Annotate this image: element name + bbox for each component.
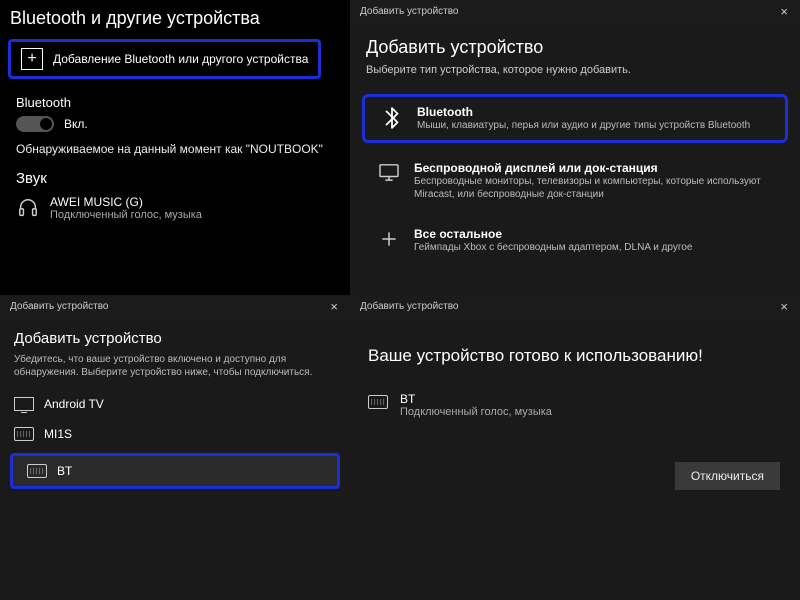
close-icon[interactable]: × <box>326 299 342 314</box>
option-sub: Беспроводные мониторы, телевизоры и комп… <box>414 175 774 201</box>
option-title: Беспроводной дисплей или док-станция <box>414 161 774 175</box>
disconnect-button[interactable]: Отключиться <box>675 462 780 490</box>
option-title: Все остальное <box>414 227 692 241</box>
bluetooth-section-label: Bluetooth <box>16 95 350 110</box>
close-icon[interactable]: × <box>776 4 792 19</box>
add-device-label: Добавление Bluetooth или другого устройс… <box>53 52 308 66</box>
option-title: Bluetooth <box>417 105 750 119</box>
monitor-icon <box>376 161 402 181</box>
option-wireless-display[interactable]: Беспроводной дисплей или док-станция Бес… <box>362 153 788 209</box>
option-sub: Геймпады Xbox с беспроводным адаптером, … <box>414 241 692 254</box>
dialog-window-title: Добавить устройство <box>360 301 459 312</box>
device-status: Подключенный голос, музыка <box>400 406 552 418</box>
audio-device-row[interactable]: AWEI MUSIC (G) Подключенный голос, музык… <box>16 195 350 221</box>
device-android-tv[interactable]: Android TV <box>0 389 350 419</box>
tv-icon <box>14 397 34 411</box>
device-mi1s[interactable]: MI1S <box>0 419 350 449</box>
option-bluetooth[interactable]: Bluetooth Мыши, клавиатуры, перья или ау… <box>362 94 788 143</box>
dialog-title-bar: Добавить устройство × <box>350 0 800 23</box>
device-name: AWEI MUSIC (G) <box>50 195 202 209</box>
headset-icon <box>16 196 40 220</box>
close-icon[interactable]: × <box>776 299 792 314</box>
device-label: BT <box>57 464 72 478</box>
dialog-title-bar: Добавить устройство × <box>350 295 800 318</box>
device-bt[interactable]: BT <box>10 453 340 489</box>
dialog-window-title: Добавить устройство <box>10 301 109 312</box>
dialog-window-title: Добавить устройство <box>360 6 459 17</box>
discoverable-text: Обнаруживаемое на данный момент как "NOU… <box>16 142 350 156</box>
page-title: Bluetooth и другие устройства <box>0 0 350 39</box>
bluetooth-toggle[interactable]: Вкл. <box>16 116 350 132</box>
device-label: MI1S <box>44 427 72 441</box>
add-device-type-dialog: Добавить устройство × Добавить устройств… <box>350 0 800 295</box>
bluetooth-icon <box>379 105 405 129</box>
keyboard-icon <box>14 427 34 441</box>
dialog-heading: Добавить устройство <box>350 23 800 64</box>
keyboard-icon <box>368 395 388 409</box>
add-device-list-dialog: Добавить устройство × Добавить устройств… <box>0 295 350 600</box>
dialog-title-bar: Добавить устройство × <box>0 295 350 318</box>
connected-device-row: BT Подключенный голос, музыка <box>350 386 800 440</box>
option-sub: Мыши, клавиатуры, перья или аудио и друг… <box>417 119 750 132</box>
dialog-subtitle: Выберите тип устройства, которое нужно д… <box>350 64 800 94</box>
toggle-track <box>16 116 54 132</box>
sound-header: Звук <box>16 170 350 187</box>
dialog-subtitle: Убедитесь, что ваше устройство включено … <box>0 353 350 389</box>
device-ready-dialog: Добавить устройство × Ваше устройство го… <box>350 295 800 600</box>
keyboard-icon <box>27 464 47 478</box>
plus-icon <box>376 227 402 249</box>
settings-bluetooth-panel: Bluetooth и другие устройства + Добавлен… <box>0 0 350 295</box>
plus-icon: + <box>21 48 43 70</box>
dialog-heading: Добавить устройство <box>0 318 350 353</box>
device-label: Android TV <box>44 397 104 411</box>
option-everything-else[interactable]: Все остальное Геймпады Xbox с беспроводн… <box>362 219 788 262</box>
ready-heading: Ваше устройство готово к использованию! <box>350 318 800 386</box>
add-device-button[interactable]: + Добавление Bluetooth или другого устро… <box>8 39 321 79</box>
device-status: Подключенный голос, музыка <box>50 209 202 221</box>
device-name: BT <box>400 392 552 406</box>
toggle-state-label: Вкл. <box>64 117 88 131</box>
